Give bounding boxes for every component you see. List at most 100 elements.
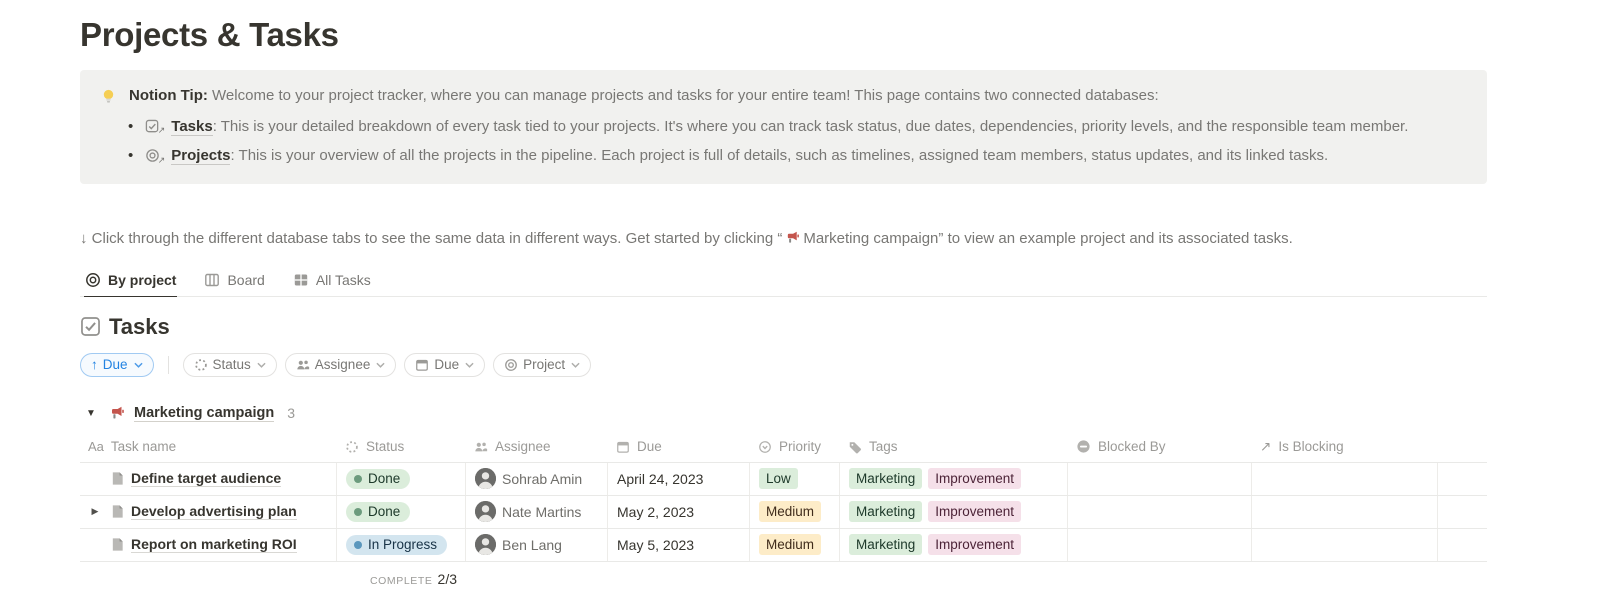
- marketing-campaign-link[interactable]: Marketing campaign: [803, 230, 938, 247]
- complete-calculation[interactable]: COMPLETE 2/3: [346, 571, 457, 587]
- assignee-cell[interactable]: Ben Lang: [466, 529, 608, 561]
- group-collapse-toggle[interactable]: ▼: [86, 408, 100, 419]
- blocked-by-cell[interactable]: [1068, 529, 1252, 561]
- is-blocking-cell[interactable]: [1252, 496, 1438, 528]
- column-header-tags[interactable]: Tags: [840, 432, 1068, 462]
- assignee-cell[interactable]: Sohrab Amin: [466, 463, 608, 495]
- priority-chip[interactable]: Low: [759, 468, 798, 489]
- task-page-link[interactable]: Develop advertising plan: [131, 503, 297, 520]
- tab-by-project[interactable]: By project: [84, 267, 177, 297]
- avatar: [475, 534, 496, 555]
- due-cell[interactable]: May 5, 2023: [608, 529, 750, 561]
- column-header-assignee[interactable]: Assignee: [466, 432, 608, 462]
- people-icon: [296, 358, 310, 372]
- status-pill[interactable]: Done: [346, 502, 410, 522]
- instruction-text: ↓ Click through the different database t…: [80, 230, 1487, 249]
- footer-empty-cell: [840, 562, 1068, 596]
- tag-chip[interactable]: Improvement: [928, 468, 1021, 489]
- due-cell[interactable]: May 2, 2023: [608, 496, 750, 528]
- column-header-blocked-by[interactable]: Blocked By: [1068, 432, 1252, 462]
- column-header-due[interactable]: Due: [608, 432, 750, 462]
- assignee-name: Sohrab Amin: [502, 471, 582, 487]
- tag-chip[interactable]: Improvement: [928, 534, 1021, 555]
- lightbulb-icon: [100, 88, 117, 105]
- blocked-by-cell[interactable]: [1068, 463, 1252, 495]
- chevron-down-icon: [134, 360, 143, 370]
- tags-cell[interactable]: Marketing Improvement: [840, 529, 1068, 561]
- calendar-icon: [616, 440, 630, 454]
- column-header-status[interactable]: Status: [337, 432, 466, 462]
- is-blocking-cell[interactable]: [1252, 529, 1438, 561]
- column-header-task-name[interactable]: AaTask name: [80, 432, 337, 462]
- task-page-link[interactable]: Report on marketing ROI: [131, 536, 297, 553]
- tasks-table: AaTask name Status Assignee Due Priority…: [80, 432, 1487, 596]
- group-name-link[interactable]: Marketing campaign: [134, 405, 274, 422]
- blocked-by-cell[interactable]: [1068, 496, 1252, 528]
- tab-all-tasks[interactable]: All Tasks: [292, 267, 372, 296]
- text-type-icon: Aa: [88, 439, 104, 454]
- tag-icon: [848, 440, 862, 454]
- row-expand-toggle[interactable]: ▶: [86, 506, 104, 517]
- tab-board[interactable]: Board: [203, 267, 265, 296]
- checkbox-icon: ↗: [145, 119, 163, 135]
- extra-cell[interactable]: [1438, 529, 1487, 561]
- tags-cell[interactable]: Marketing Improvement: [840, 463, 1068, 495]
- status-pill[interactable]: Done: [346, 469, 410, 489]
- extra-cell[interactable]: [1438, 463, 1487, 495]
- filter-chip-status[interactable]: Status: [183, 353, 277, 377]
- checkbox-icon: [80, 316, 101, 337]
- task-page-link[interactable]: Define target audience: [131, 470, 281, 487]
- status-cell[interactable]: Done: [337, 463, 466, 495]
- filter-chip-project[interactable]: Project: [493, 353, 591, 377]
- table-row: ▶ Develop advertising plan Done Nate Mar…: [80, 496, 1487, 529]
- filter-chip-assignee[interactable]: Assignee: [285, 353, 397, 377]
- footer-empty-cell: [1438, 562, 1487, 596]
- tag-chip[interactable]: Marketing: [849, 501, 922, 522]
- sort-chip-due[interactable]: ↑ Due: [80, 353, 154, 377]
- page-title: Projects & Tasks: [80, 16, 1487, 54]
- is-blocking-cell[interactable]: [1252, 463, 1438, 495]
- footer-empty-cell: [1252, 562, 1438, 596]
- chevron-down-icon: [465, 360, 474, 370]
- status-dot: [354, 541, 362, 549]
- tag-chip[interactable]: Improvement: [928, 501, 1021, 522]
- tag-chip[interactable]: Marketing: [849, 468, 922, 489]
- table-row: Define target audience Done Sohrab Amin …: [80, 463, 1487, 496]
- status-pill[interactable]: In Progress: [346, 535, 447, 555]
- task-name-cell[interactable]: Report on marketing ROI: [80, 529, 337, 561]
- column-header-add[interactable]: [1438, 432, 1487, 462]
- notion-tip-callout: Notion Tip: Welcome to your project trac…: [80, 70, 1487, 184]
- arrow-up-icon: ↑: [91, 357, 98, 372]
- priority-cell[interactable]: Medium: [750, 529, 840, 561]
- status-cell[interactable]: Done: [337, 496, 466, 528]
- priority-chip[interactable]: Medium: [759, 534, 821, 555]
- tip-bullet-projects: • ↗ Projects: This is your overview of a…: [128, 145, 1469, 168]
- status-cell[interactable]: In Progress: [337, 529, 466, 561]
- group-count: 3: [287, 405, 295, 421]
- priority-cell[interactable]: Low: [750, 463, 840, 495]
- view-tabs: By project Board All Tasks: [80, 267, 1487, 297]
- extra-cell[interactable]: [1438, 496, 1487, 528]
- task-name-cell[interactable]: ▶ Develop advertising plan: [80, 496, 337, 528]
- tags-cell[interactable]: Marketing Improvement: [840, 496, 1068, 528]
- tasks-db-link[interactable]: Tasks: [171, 118, 212, 136]
- group-header-marketing-campaign: ▼ Marketing campaign 3: [80, 405, 1487, 422]
- bullet-marker: •: [128, 116, 133, 139]
- assignee-cell[interactable]: Nate Martins: [466, 496, 608, 528]
- tag-chip[interactable]: Marketing: [849, 534, 922, 555]
- megaphone-icon: [109, 405, 125, 421]
- task-name-cell[interactable]: Define target audience: [80, 463, 337, 495]
- column-header-priority[interactable]: Priority: [750, 432, 840, 462]
- priority-chip[interactable]: Medium: [759, 501, 821, 522]
- column-header-is-blocking[interactable]: ↗Is Blocking: [1252, 432, 1438, 462]
- footer-empty-cell: [750, 562, 840, 596]
- due-cell[interactable]: April 24, 2023: [608, 463, 750, 495]
- bullet-marker: •: [128, 145, 133, 168]
- chevron-down-icon: [257, 360, 266, 370]
- assignee-name: Nate Martins: [502, 504, 581, 520]
- page-icon: [110, 471, 125, 486]
- filter-chip-due[interactable]: Due: [404, 353, 485, 377]
- projects-db-link[interactable]: Projects: [171, 147, 230, 165]
- priority-cell[interactable]: Medium: [750, 496, 840, 528]
- footer-empty-cell: [608, 562, 750, 596]
